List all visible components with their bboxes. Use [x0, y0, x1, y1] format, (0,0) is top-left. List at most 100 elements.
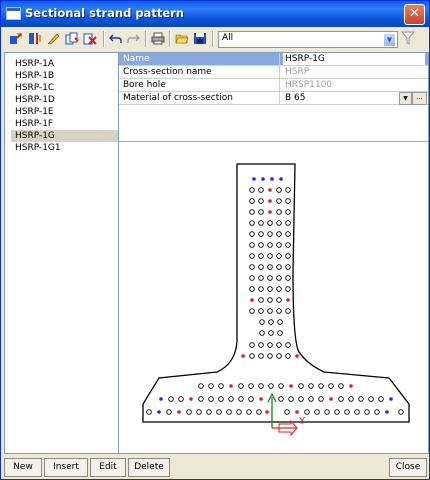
save-icon[interactable] — [193, 32, 207, 45]
empty-strand[interactable] — [249, 242, 255, 248]
empty-strand[interactable] — [276, 275, 282, 281]
open-folder-icon[interactable] — [175, 32, 189, 45]
filled-strand-red[interactable] — [295, 354, 299, 358]
name-value-field[interactable]: HSRP-1G — [283, 53, 425, 65]
filled-strand-red[interactable] — [268, 210, 272, 214]
filled-strand-red[interactable] — [268, 188, 272, 192]
empty-strand[interactable] — [338, 383, 344, 389]
new-button[interactable]: New — [4, 458, 42, 477]
filled-strand-red[interactable] — [189, 397, 193, 401]
empty-strand[interactable] — [268, 319, 274, 325]
empty-strand[interactable] — [258, 242, 264, 248]
empty-strand[interactable] — [249, 353, 255, 359]
empty-strand[interactable] — [267, 342, 273, 348]
empty-strand[interactable] — [216, 409, 222, 415]
empty-strand[interactable] — [267, 253, 273, 259]
empty-strand[interactable] — [276, 220, 282, 226]
empty-strand[interactable] — [258, 264, 264, 270]
empty-strand[interactable] — [258, 297, 264, 303]
property-row-material[interactable]: Material of cross-section B 65 ▼ ... — [119, 92, 428, 105]
filter-dropdown[interactable]: All ▼ — [218, 31, 398, 48]
empty-strand[interactable] — [249, 187, 255, 193]
empty-strand[interactable] — [178, 396, 184, 402]
filled-strand-blue[interactable] — [270, 177, 274, 181]
empty-strand[interactable] — [344, 409, 350, 415]
empty-strand[interactable] — [249, 286, 255, 292]
filled-strand-red[interactable] — [259, 397, 263, 401]
empty-strand[interactable] — [328, 383, 334, 389]
empty-strand[interactable] — [276, 231, 282, 237]
filled-strand-red[interactable] — [349, 384, 353, 388]
empty-strand[interactable] — [206, 409, 212, 415]
empty-strand[interactable] — [285, 209, 291, 215]
close-window-button[interactable]: ✕ — [404, 4, 425, 25]
empty-strand[interactable] — [258, 275, 264, 281]
empty-strand[interactable] — [276, 242, 282, 248]
empty-strand[interactable] — [218, 396, 224, 402]
empty-strand[interactable] — [278, 396, 284, 402]
empty-strand[interactable] — [374, 409, 380, 415]
empty-strand[interactable] — [248, 383, 254, 389]
empty-strand[interactable] — [267, 275, 273, 281]
empty-strand[interactable] — [249, 198, 255, 204]
empty-strand[interactable] — [267, 308, 273, 314]
empty-strand[interactable] — [249, 264, 255, 270]
empty-strand[interactable] — [259, 319, 265, 325]
empty-strand[interactable] — [168, 396, 174, 402]
empty-strand[interactable] — [308, 396, 314, 402]
empty-strand[interactable] — [166, 409, 172, 415]
empty-strand[interactable] — [324, 409, 330, 415]
empty-strand[interactable] — [249, 253, 255, 259]
empty-strand[interactable] — [218, 383, 224, 389]
empty-strand[interactable] — [276, 286, 282, 292]
empty-strand[interactable] — [378, 396, 384, 402]
empty-strand[interactable] — [354, 409, 360, 415]
print-icon[interactable] — [151, 32, 165, 45]
empty-strand[interactable] — [334, 409, 340, 415]
filled-strand-red[interactable] — [241, 354, 245, 358]
empty-strand[interactable] — [278, 383, 284, 389]
empty-strand[interactable] — [246, 409, 252, 415]
list-item-selected[interactable]: HSRP-1G — [11, 130, 121, 142]
empty-strand[interactable] — [249, 231, 255, 237]
empty-strand[interactable] — [258, 308, 264, 314]
empty-strand[interactable] — [238, 383, 244, 389]
empty-strand[interactable] — [208, 396, 214, 402]
empty-strand[interactable] — [198, 396, 204, 402]
list-item[interactable]: HSRP-1D — [13, 94, 57, 106]
empty-strand[interactable] — [284, 409, 290, 415]
empty-strand[interactable] — [276, 264, 282, 270]
empty-strand[interactable] — [276, 308, 282, 314]
filled-strand-blue[interactable] — [159, 397, 163, 401]
empty-strand[interactable] — [364, 409, 370, 415]
strand-pattern-list[interactable]: HSRP-1A HSRP-1B HSRP-1C HSRP-1D HSRP-1E … — [4, 52, 121, 454]
empty-strand[interactable] — [308, 383, 314, 389]
empty-strand[interactable] — [285, 231, 291, 237]
filled-strand-red[interactable] — [250, 298, 254, 302]
empty-strand[interactable] — [285, 286, 291, 292]
empty-strand[interactable] — [258, 383, 264, 389]
filled-strand-blue[interactable] — [279, 177, 283, 181]
empty-strand[interactable] — [267, 220, 273, 226]
empty-strand[interactable] — [249, 275, 255, 281]
empty-strand[interactable] — [268, 330, 274, 336]
empty-strand[interactable] — [196, 409, 202, 415]
empty-strand[interactable] — [276, 253, 282, 259]
property-row-bore-hole[interactable]: Bore hole HRSP1100 — [119, 79, 428, 92]
empty-strand[interactable] — [276, 209, 282, 215]
filled-strand-red[interactable] — [268, 199, 272, 203]
empty-strand[interactable] — [258, 231, 264, 237]
empty-strand[interactable] — [276, 297, 282, 303]
filled-strand-red[interactable] — [229, 384, 233, 388]
empty-strand[interactable] — [285, 342, 291, 348]
undo-icon[interactable] — [109, 32, 123, 45]
list-item[interactable]: HSRP-1B — [13, 70, 56, 82]
empty-strand[interactable] — [258, 342, 264, 348]
filled-strand-red[interactable] — [265, 410, 269, 414]
empty-strand[interactable] — [276, 353, 282, 359]
empty-strand[interactable] — [276, 342, 282, 348]
empty-strand[interactable] — [248, 396, 254, 402]
empty-strand[interactable] — [267, 242, 273, 248]
property-row-name[interactable]: Name HSRP-1G — [119, 53, 428, 66]
empty-strand[interactable] — [258, 187, 264, 193]
